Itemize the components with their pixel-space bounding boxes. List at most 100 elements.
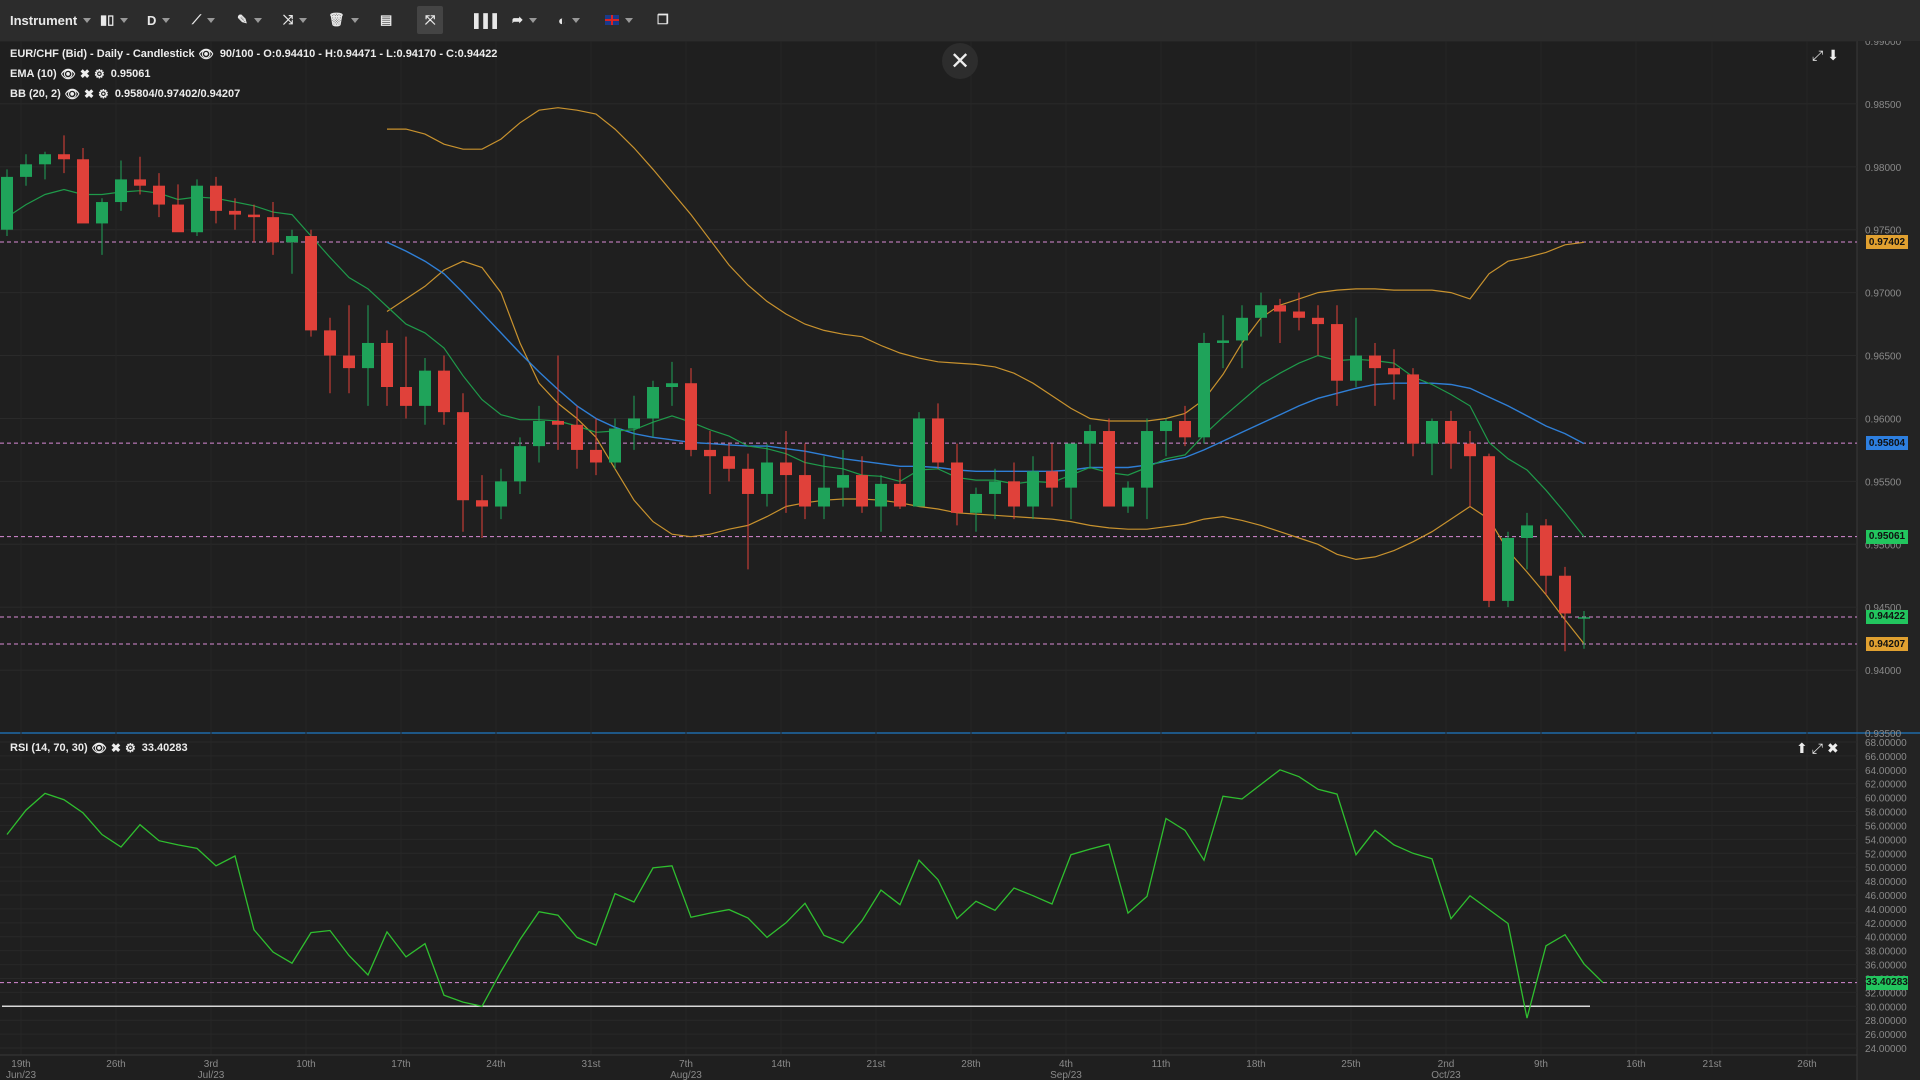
- date-tick-label: 17th: [391, 1059, 410, 1070]
- candle-body: [533, 420, 545, 447]
- trend-button[interactable]: ⤨: [283, 9, 308, 31]
- rsi-tick-label: 44.00000: [1865, 905, 1907, 916]
- gear-icon[interactable]: ⚙: [98, 87, 109, 101]
- rsi-label: RSI (14, 70, 30): [10, 742, 88, 754]
- date-tick-label: 18th: [1246, 1059, 1265, 1070]
- move-up-icon[interactable]: ⬆: [1796, 740, 1808, 757]
- rsi-tick-label: 66.00000: [1865, 752, 1907, 763]
- chevron-down-icon: [625, 17, 633, 23]
- candle-body: [761, 462, 773, 494]
- language-button[interactable]: [605, 9, 633, 31]
- pencil-button[interactable]: ✎: [237, 9, 262, 31]
- window-button[interactable]: ❐: [657, 9, 669, 31]
- expand-icon[interactable]: ⤢: [1812, 740, 1823, 757]
- rsi-tick-label: 32.00000: [1865, 988, 1907, 999]
- candle-body: [1350, 355, 1362, 381]
- eye-icon[interactable]: 👁: [92, 741, 107, 755]
- flag-uk-icon: [605, 15, 619, 25]
- share-icon: ➦: [512, 12, 523, 27]
- candle-body: [1293, 311, 1305, 318]
- timeframe-label: D: [147, 12, 157, 28]
- candle-body: [1578, 617, 1590, 619]
- candle-body: [96, 202, 108, 224]
- candle-body: [343, 355, 355, 369]
- candle-body: [571, 424, 583, 450]
- gear-icon[interactable]: ⚙: [94, 67, 105, 81]
- rsi-tick-label: 64.00000: [1865, 766, 1907, 777]
- fit-button[interactable]: ⤧: [417, 6, 444, 34]
- timeframe-dropdown[interactable]: D: [147, 9, 171, 31]
- rsi-tick-label: 46.00000: [1865, 891, 1907, 902]
- trash-button[interactable]: 🗑: [328, 9, 359, 31]
- candle-body: [1369, 355, 1381, 369]
- date-tick-label: 11th: [1152, 1059, 1171, 1070]
- candlestick-icon: ▮▯: [100, 12, 115, 27]
- candle-body: [1160, 420, 1172, 432]
- candle-body: [628, 418, 640, 429]
- ema-label: EMA (10): [10, 68, 57, 80]
- main-legend: EUR/CHF (Bid) - Daily - Candlestick 👁 90…: [10, 47, 497, 61]
- rsi-tick-label: 24.00000: [1865, 1044, 1907, 1055]
- expand-icon[interactable]: ⤢: [1812, 47, 1823, 64]
- candle-body: [1141, 431, 1153, 488]
- price-tick-label: 0.97000: [1865, 289, 1902, 300]
- instrument-title: EUR/CHF (Bid) - Daily - Candlestick: [10, 48, 195, 60]
- trend-icon: ⤨: [283, 12, 294, 27]
- candle-body: [1179, 420, 1191, 438]
- layout-button[interactable]: ▤: [380, 9, 392, 31]
- chevron-down-icon: [253, 17, 262, 23]
- candle-body: [134, 179, 146, 186]
- candle-body: [837, 475, 849, 488]
- share-button[interactable]: ➦: [512, 9, 537, 31]
- rsi-tick-label: 62.00000: [1865, 780, 1907, 791]
- gear-icon[interactable]: ⚙: [125, 741, 136, 755]
- volume-button[interactable]: ▌▌▌: [474, 9, 502, 31]
- candle-body: [799, 475, 811, 507]
- candle-body: [1274, 305, 1286, 312]
- close-icon[interactable]: ✖: [1827, 740, 1839, 757]
- pencil-icon: ✎: [237, 12, 248, 27]
- candle-body: [495, 481, 507, 507]
- candle-body: [1521, 525, 1533, 538]
- candle-body: [818, 487, 830, 507]
- move-down-icon[interactable]: ⬇: [1827, 47, 1839, 64]
- rsi-tick-label: 58.00000: [1865, 808, 1907, 819]
- candle-body: [20, 164, 32, 177]
- close-icon[interactable]: ✖: [84, 87, 94, 101]
- eye-icon[interactable]: 👁: [61, 67, 76, 81]
- date-tick-label: 24th: [486, 1059, 505, 1070]
- chart-area[interactable]: 0.990000.985000.980000.975000.970000.965…: [0, 41, 1920, 1080]
- price-tick-label: 0.96000: [1865, 414, 1902, 425]
- candle-body: [381, 342, 393, 387]
- date-tick-label: 25th: [1341, 1059, 1360, 1070]
- theme-icon: ◐: [558, 12, 566, 28]
- ema-legend: EMA (10) 👁 ✖ ⚙ 0.95061: [10, 67, 150, 81]
- chevron-down-icon: [120, 17, 129, 23]
- candle-body: [1, 176, 13, 230]
- price-tick-label: 0.98000: [1865, 163, 1902, 174]
- candle-body: [172, 204, 184, 233]
- candle-body: [1483, 456, 1495, 601]
- rsi-value: 33.40283: [141, 742, 188, 754]
- eye-icon[interactable]: 👁: [199, 47, 214, 61]
- candle-body: [476, 500, 488, 507]
- candle-body: [1236, 317, 1248, 341]
- candle-body: [1198, 342, 1210, 438]
- candle-body: [742, 468, 754, 494]
- date-tick-label: 2nd: [1438, 1059, 1455, 1070]
- date-tick-label: 7th: [679, 1059, 693, 1070]
- date-tick-label: 19th: [11, 1059, 30, 1070]
- rsi-panel-controls: ⬆ ⤢ ✖: [1796, 740, 1839, 757]
- instrument-dropdown[interactable]: Instrument: [10, 9, 92, 31]
- candle-body: [552, 420, 564, 425]
- candlestick-type-button[interactable]: ▮▯: [100, 9, 129, 31]
- close-icon[interactable]: ✖: [111, 741, 121, 755]
- close-icon[interactable]: ✖: [80, 67, 90, 81]
- line-draw-button[interactable]: ⟋: [192, 9, 216, 31]
- chevron-down-icon: [571, 17, 580, 23]
- eye-icon[interactable]: 👁: [65, 87, 80, 101]
- candle-body: [1426, 420, 1438, 444]
- rsi-tick-label: 42.00000: [1865, 919, 1907, 930]
- close-button[interactable]: ✕: [942, 43, 978, 79]
- theme-button[interactable]: ◐: [558, 9, 580, 31]
